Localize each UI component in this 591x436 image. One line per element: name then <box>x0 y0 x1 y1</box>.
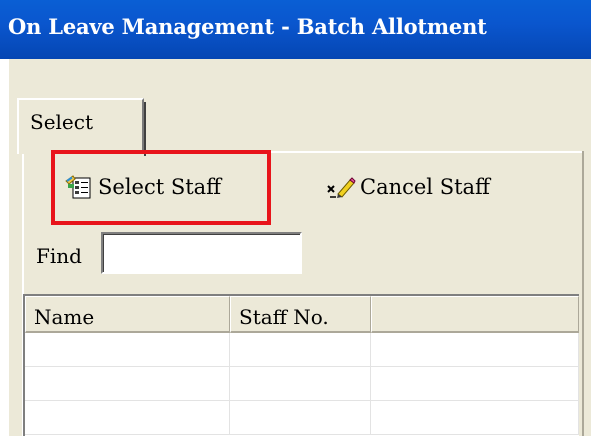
staff-grid[interactable]: Name Staff No. <box>23 294 579 436</box>
cancel-staff-label: Cancel Staff <box>360 175 490 199</box>
find-input[interactable] <box>101 232 302 274</box>
table-row[interactable] <box>25 367 579 401</box>
cell-staff-no[interactable] <box>230 367 371 401</box>
tab-select[interactable]: Select <box>17 98 146 156</box>
grid-header: Name Staff No. <box>25 296 579 333</box>
cell-name[interactable] <box>25 401 230 435</box>
find-label: Find <box>36 244 82 268</box>
column-header-empty <box>371 296 579 333</box>
cell-staff-no[interactable] <box>230 401 371 435</box>
select-staff-highlight <box>51 150 271 225</box>
column-header-staff-no[interactable]: Staff No. <box>230 296 371 333</box>
batch-allotment-window: On Leave Management - Batch Allotment Se… <box>0 0 591 436</box>
window-left-edge <box>0 59 9 436</box>
table-row[interactable] <box>25 333 579 367</box>
cell-empty <box>371 367 579 401</box>
panel-border <box>582 151 584 436</box>
cell-empty <box>371 333 579 367</box>
cell-name[interactable] <box>25 367 230 401</box>
title-bar[interactable]: On Leave Management - Batch Allotment <box>0 0 591 59</box>
cancel-staff-button[interactable]: Cancel Staff <box>326 167 490 207</box>
window-title: On Leave Management - Batch Allotment <box>8 14 487 39</box>
tab-select-label: Select <box>30 110 94 134</box>
cell-empty <box>371 401 579 435</box>
cell-staff-no[interactable] <box>230 333 371 367</box>
grid-body <box>25 333 579 435</box>
table-row[interactable] <box>25 401 579 435</box>
column-header-name[interactable]: Name <box>25 296 230 333</box>
cell-name[interactable] <box>25 333 230 367</box>
eraser-pencil-icon <box>326 172 356 202</box>
